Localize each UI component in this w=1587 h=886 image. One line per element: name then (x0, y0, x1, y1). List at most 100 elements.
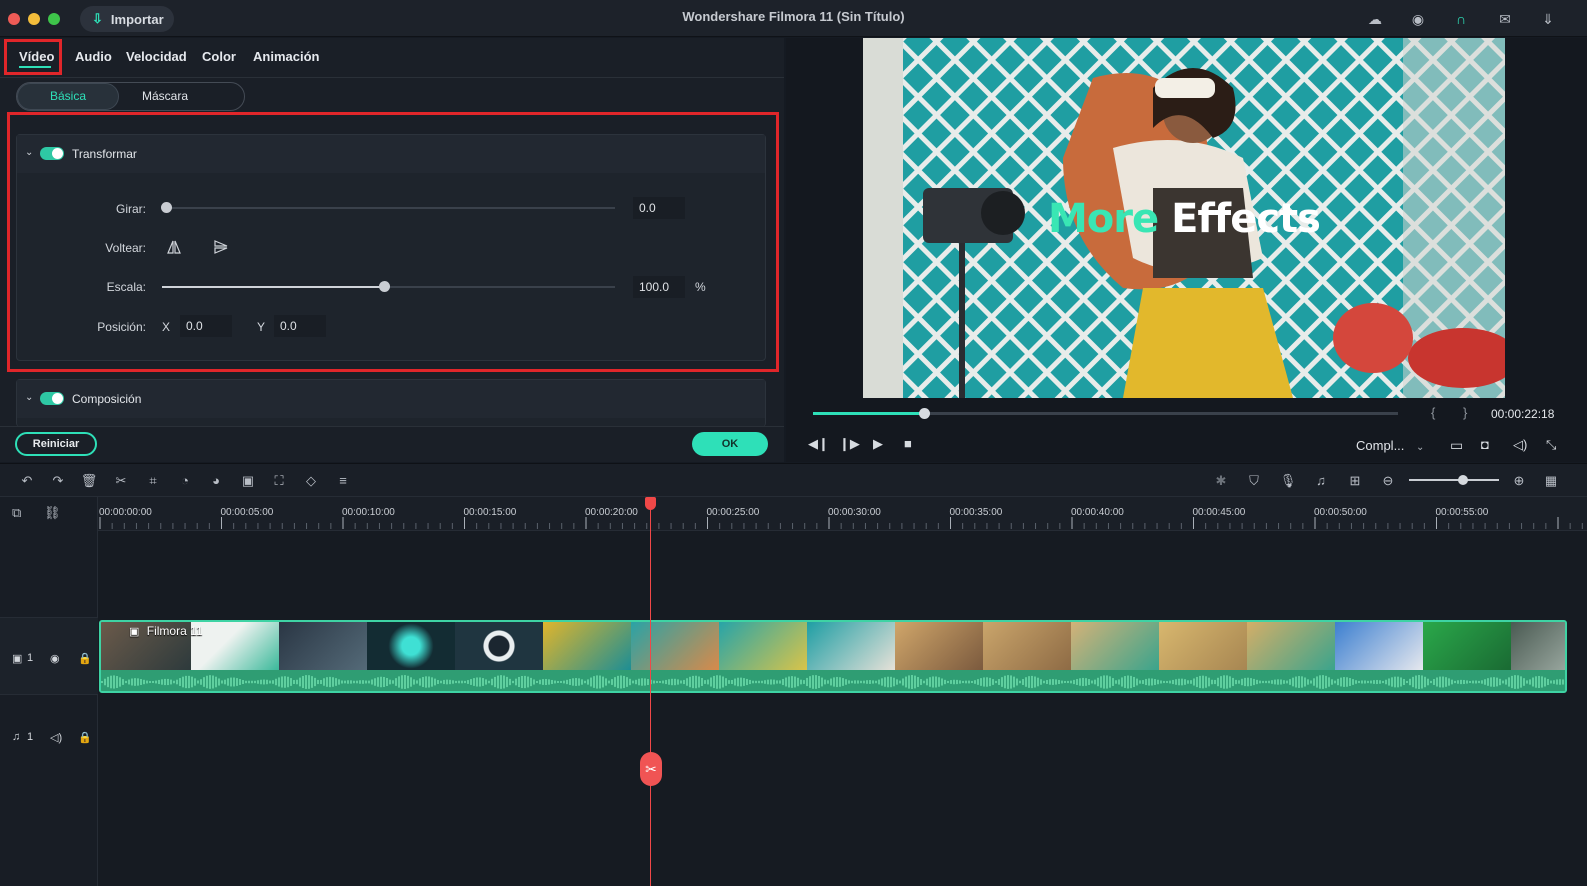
playhead-handle[interactable] (645, 497, 656, 510)
grid-view-icon[interactable]: ▦ (1542, 473, 1560, 489)
ruler-label: 00:00:40:00 (1071, 507, 1124, 518)
headset-icon[interactable]: ∩ (1452, 10, 1470, 28)
cloud-icon[interactable]: ☁ (1366, 10, 1384, 28)
video-clip[interactable]: ▣ Filmora 11 (99, 620, 1567, 693)
scale-slider-knob[interactable] (378, 281, 390, 292)
waveform-bar (1202, 675, 1204, 689)
video-track-icon: ▣ (12, 653, 23, 665)
tab-animation[interactable]: Animación (253, 49, 319, 64)
waveform-bar (1559, 679, 1561, 685)
delete-icon[interactable]: 🗑 (80, 473, 98, 489)
previous-frame-icon[interactable]: ◀❙ (808, 436, 829, 452)
waveform-bar (347, 680, 349, 684)
timeline-ruler[interactable]: 00:00:00:00 00:00:05:00 00:00:10:00 00:00:1… (98, 497, 1587, 531)
waveform-bar (341, 680, 343, 684)
eye-icon[interactable]: ◉ (50, 652, 60, 665)
preview-progress-bar[interactable] (813, 408, 1398, 419)
waveform-bar (1154, 679, 1156, 685)
tab-audio[interactable]: Audio (75, 49, 112, 64)
rotate-input[interactable]: 0.0 (633, 197, 685, 219)
rotate-slider[interactable] (162, 207, 615, 209)
timeline-toolbar: ↶ ↷ 🗑 ✂ ⌗ ◔ ◕ ▣ ⛶ ◇ ≡ ✱ ⛉ 🎙 ♫ ⊞ ⊖ ⊕ ▦ (0, 463, 1587, 497)
green-screen-icon[interactable]: ▣ (239, 473, 257, 489)
clip-name-text: Filmora 11 (146, 624, 203, 638)
microphone-icon[interactable]: 🎙 (1279, 473, 1297, 489)
scissors-icon[interactable]: ✂ (640, 752, 662, 786)
waveform-bar (479, 677, 481, 687)
zoom-out-icon[interactable]: ⊖ (1379, 473, 1397, 489)
clip-icon: ▣ (129, 626, 140, 638)
timeline-zoom-knob[interactable] (1458, 475, 1468, 485)
timeline-tracks[interactable] (98, 531, 1587, 886)
composition-header[interactable]: ⌄ Composición (17, 380, 765, 418)
render-icon[interactable]: ✱ (1212, 473, 1230, 489)
marker-icon[interactable]: ⛉ (1245, 473, 1263, 489)
flip-horizontal-icon[interactable] (165, 238, 183, 256)
waveform-bar (1205, 676, 1207, 688)
mark-out-button[interactable]: } (1463, 405, 1467, 420)
minimize-window-button[interactable] (28, 13, 40, 25)
timeline-zoom-slider[interactable] (1409, 475, 1499, 485)
reset-button[interactable]: Reiniciar (15, 432, 97, 456)
waveform-bar (158, 679, 160, 685)
scale-input[interactable]: 100.0 (633, 276, 685, 298)
subtab-mask[interactable]: Máscara (142, 89, 188, 103)
waveform-bar (1472, 680, 1474, 684)
rotate-slider-knob[interactable] (161, 202, 172, 213)
audio-mixer-icon[interactable]: ≡ (334, 473, 352, 489)
redo-icon[interactable]: ↷ (49, 473, 67, 489)
position-x-input[interactable]: 0.0 (180, 315, 232, 337)
play-frame-icon[interactable]: ❙▶ (839, 436, 860, 452)
speaker-icon[interactable]: ◁) (50, 731, 62, 744)
waveform-bar (155, 680, 157, 684)
waveform-bar (230, 677, 232, 687)
mail-icon[interactable]: ✉ (1496, 10, 1514, 28)
link-icon[interactable]: ⛓ (44, 505, 61, 521)
volume-icon[interactable]: ◁) (1513, 437, 1527, 453)
snapshot-icon[interactable]: ◘ (1481, 437, 1489, 452)
crop-icon[interactable]: ⌗ (144, 473, 162, 489)
composition-toggle[interactable] (40, 392, 64, 405)
stop-icon[interactable]: ■ (904, 436, 912, 451)
snapshot-timeline-icon[interactable]: ⊞ (1346, 473, 1364, 489)
clip-thumbnail (719, 622, 807, 670)
tab-color[interactable]: Color (202, 49, 236, 64)
waveform-bar (344, 680, 346, 684)
play-icon[interactable]: ▶ (873, 436, 883, 452)
tab-video[interactable]: Vídeo (19, 49, 54, 64)
mark-in-button[interactable]: { (1431, 405, 1435, 420)
waveform-bar (1547, 679, 1549, 685)
undo-icon[interactable]: ↶ (18, 473, 36, 489)
stabilize-icon[interactable]: ⛶ (270, 473, 288, 489)
lock-icon[interactable]: 🔒 (78, 731, 92, 744)
download-icon[interactable]: ⇓ (1539, 10, 1557, 28)
speed-icon[interactable]: ◔ (176, 473, 194, 489)
zoom-in-icon[interactable]: ⊕ (1510, 473, 1528, 489)
fullscreen-icon[interactable]: ⤡ (1546, 437, 1556, 453)
import-button[interactable]: ⇩ Importar (80, 6, 174, 32)
subtab-basic[interactable]: Básica (17, 83, 119, 110)
chevron-down-icon[interactable]: ⌄ (25, 392, 33, 403)
quality-dropdown[interactable]: Compl... ⌄ (1356, 438, 1424, 453)
waveform-bar (1079, 678, 1081, 686)
tab-speed[interactable]: Velocidad (126, 49, 187, 64)
lock-icon[interactable]: 🔒 (78, 652, 92, 665)
waveform-bar (914, 675, 916, 689)
waveform-bar (1211, 679, 1213, 685)
close-window-button[interactable] (8, 13, 20, 25)
waveform-bar (164, 678, 166, 686)
cut-icon[interactable]: ✂ (112, 473, 130, 489)
keyframe-icon[interactable]: ◇ (302, 473, 320, 489)
display-icon[interactable]: ▭ (1450, 437, 1463, 454)
flip-vertical-icon[interactable] (212, 238, 230, 256)
ok-button[interactable]: OK (692, 432, 768, 456)
position-y-input[interactable]: 0.0 (274, 315, 326, 337)
waveform-bar (152, 680, 154, 684)
video-track-number: 1 (27, 652, 34, 664)
video-preview[interactable]: More Effects (863, 38, 1505, 398)
color-icon[interactable]: ◕ (207, 473, 225, 489)
account-icon[interactable]: ◉ (1409, 10, 1427, 28)
add-track-icon[interactable]: ⧉ (12, 505, 21, 521)
maximize-window-button[interactable] (48, 13, 60, 25)
audio-ducking-icon[interactable]: ♫ (1312, 473, 1330, 489)
